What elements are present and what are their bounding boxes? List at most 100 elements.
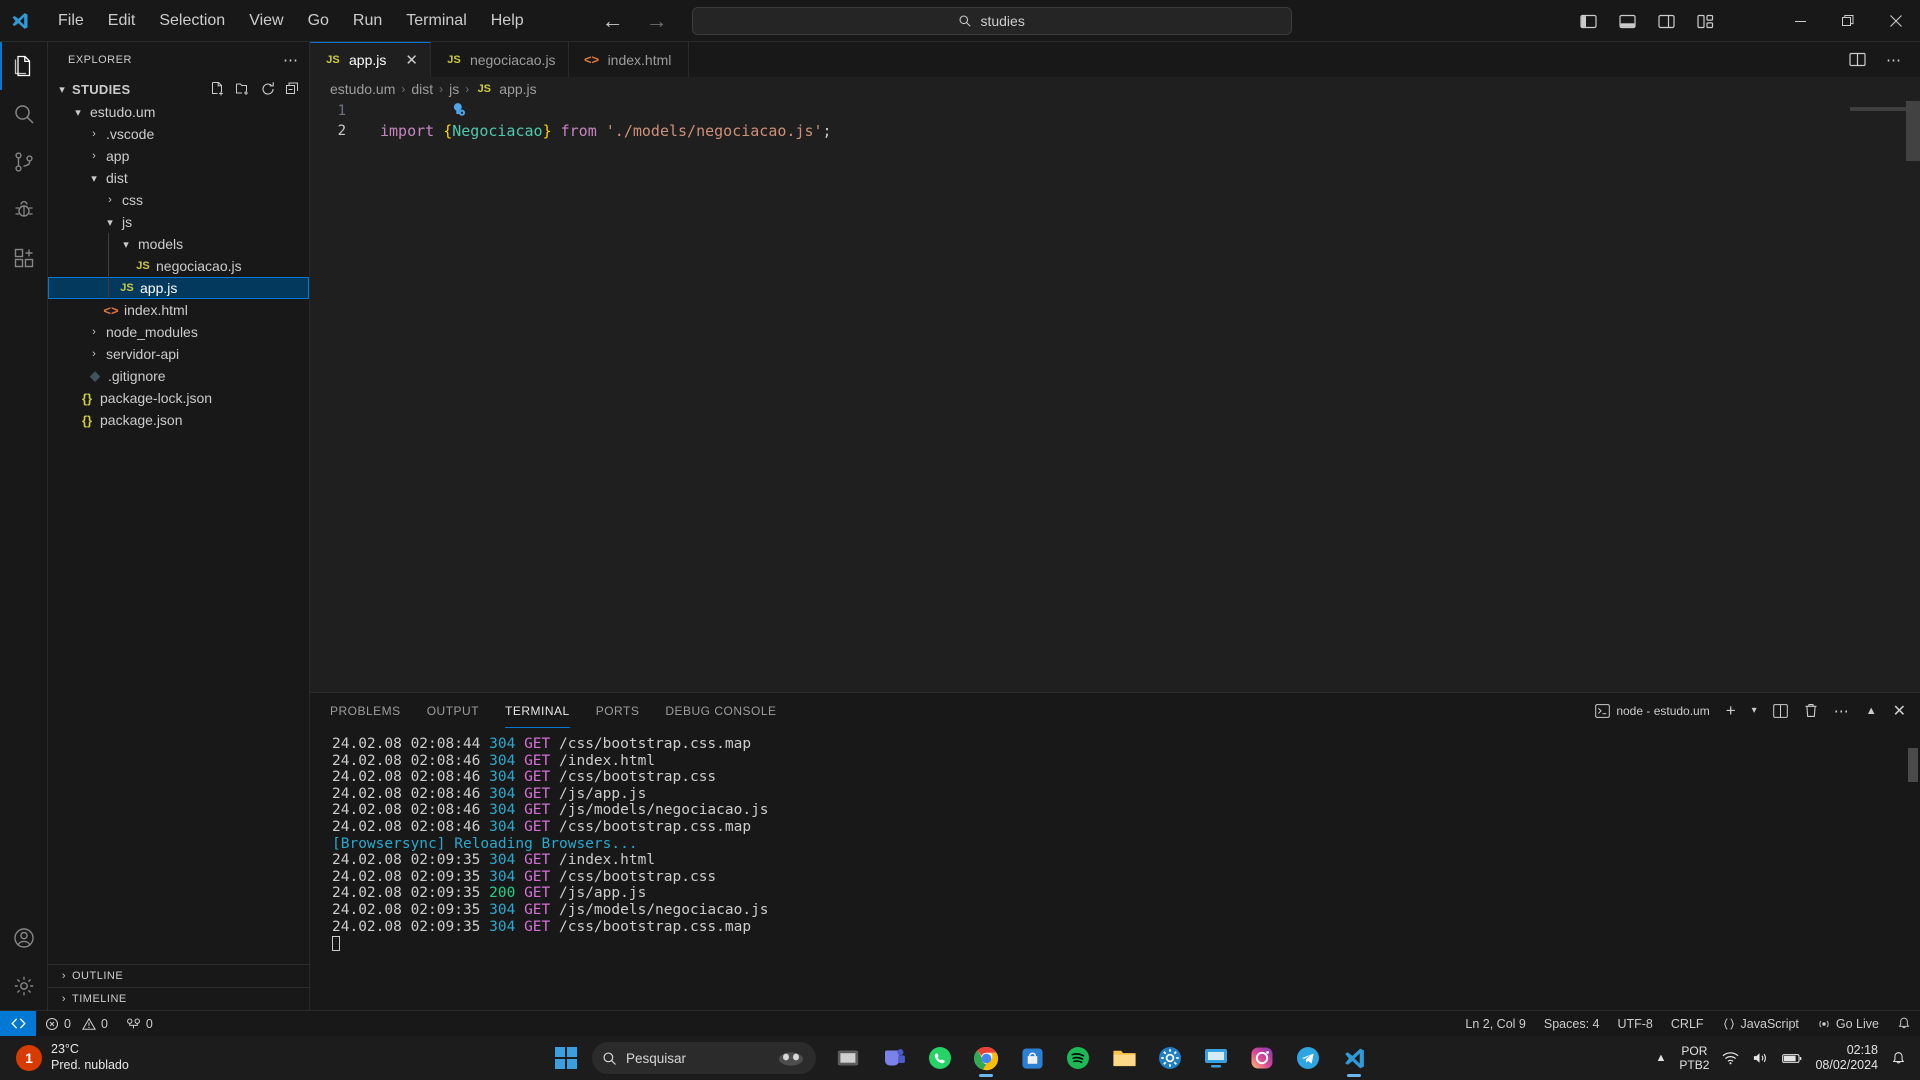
panel-tab-debug-console[interactable]: DEBUG CONSOLE xyxy=(665,693,776,728)
copilot-icon[interactable] xyxy=(776,1048,806,1068)
menu-run[interactable]: Run xyxy=(341,8,394,34)
tree-item-index-html[interactable]: <> index.html xyxy=(48,299,309,321)
chevron-up-icon[interactable]: ▲ xyxy=(1656,1052,1667,1064)
telegram-icon[interactable] xyxy=(1288,1038,1328,1078)
status-ports[interactable]: 0 xyxy=(117,1011,162,1037)
status-go-live[interactable]: Go Live xyxy=(1808,1011,1888,1037)
status-eol[interactable]: CRLF xyxy=(1662,1011,1713,1037)
taskbar-search[interactable]: Pesquisar xyxy=(592,1042,816,1074)
remote-desktop-icon[interactable] xyxy=(1196,1038,1236,1078)
task-view-icon[interactable] xyxy=(828,1038,868,1078)
more-actions-icon[interactable]: ⋯ xyxy=(1834,702,1850,720)
panel-tab-output[interactable]: OUTPUT xyxy=(427,693,479,728)
refresh-icon[interactable] xyxy=(260,81,276,97)
tree-item-gitignore[interactable]: ◆ .gitignore xyxy=(48,365,309,387)
tab-negociacao-js[interactable]: JS negociacao.js xyxy=(430,42,569,77)
speaker-icon[interactable] xyxy=(1752,1051,1769,1065)
status-problems[interactable]: 0 0 xyxy=(36,1011,117,1037)
language-indicator[interactable]: POR PTB2 xyxy=(1679,1044,1709,1073)
terminal-scrollbar[interactable] xyxy=(1908,748,1918,782)
activity-item-source-control[interactable] xyxy=(0,138,48,186)
new-folder-icon[interactable] xyxy=(235,81,251,97)
activity-item-explorer[interactable] xyxy=(0,42,48,90)
instagram-icon[interactable] xyxy=(1242,1038,1282,1078)
close-icon[interactable]: ✕ xyxy=(405,51,418,69)
panel-timeline[interactable]: › TIMELINE xyxy=(48,987,309,1010)
tree-item-negociacao-js[interactable]: JS negociacao.js xyxy=(48,255,309,277)
menu-view[interactable]: View xyxy=(237,8,295,34)
wifi-icon[interactable] xyxy=(1722,1051,1739,1065)
tree-item-servidor-api[interactable]: › servidor-api xyxy=(48,343,309,365)
ellipsis-icon[interactable]: ⋯ xyxy=(283,51,299,69)
battery-icon[interactable] xyxy=(1782,1052,1802,1065)
teams-icon[interactable] xyxy=(874,1038,914,1078)
menu-terminal[interactable]: Terminal xyxy=(394,8,478,34)
close-panel-icon[interactable]: ✕ xyxy=(1893,701,1906,721)
tree-item-app-js[interactable]: JS app.js xyxy=(48,277,309,299)
chrome-icon[interactable] xyxy=(966,1038,1006,1078)
panel-outline[interactable]: › OUTLINE xyxy=(48,964,309,987)
tree-item-estudo-um[interactable]: ▾ estudo.um xyxy=(48,101,309,123)
status-notifications[interactable] xyxy=(1888,1011,1920,1037)
tree-item-node-modules[interactable]: › node_modules xyxy=(48,321,309,343)
activity-item-extensions[interactable] xyxy=(0,234,48,282)
spotify-icon[interactable] xyxy=(1058,1038,1098,1078)
tree-root-row[interactable]: ▾ STUDIES xyxy=(48,77,309,101)
more-actions-icon[interactable]: ⋯ xyxy=(1886,51,1902,69)
vscode-icon[interactable] xyxy=(1334,1038,1374,1078)
activity-item-settings[interactable] xyxy=(0,962,48,1010)
activity-item-accounts[interactable] xyxy=(0,914,48,962)
command-center[interactable]: studies xyxy=(691,6,1292,35)
tab-app-js[interactable]: JS app.js ✕ xyxy=(310,42,431,77)
activity-item-run-and-debug[interactable] xyxy=(0,186,48,234)
status-cursor-position[interactable]: Ln 2, Col 9 xyxy=(1456,1011,1534,1037)
clock[interactable]: 02:18 08/02/2024 xyxy=(1815,1043,1878,1073)
status-indentation[interactable]: Spaces: 4 xyxy=(1535,1011,1609,1037)
terminal-selector[interactable]: node - estudo.um xyxy=(1595,704,1710,718)
split-editor-icon[interactable] xyxy=(1849,52,1866,67)
terminal-output[interactable]: 24.02.08 02:08:44 304 GET /css/bootstrap… xyxy=(310,728,1920,1008)
tree-item-package-lock-json[interactable]: {} package-lock.json xyxy=(48,387,309,409)
panel-tab-problems[interactable]: PROBLEMS xyxy=(330,693,401,728)
status-language[interactable]: JavaScript xyxy=(1713,1011,1808,1037)
code-editor[interactable]: 1 2 import {Negociacao} from './models/n… xyxy=(310,101,1920,691)
chevron-down-icon[interactable]: ▾ xyxy=(1752,705,1757,716)
store-icon[interactable] xyxy=(1012,1038,1052,1078)
code-text[interactable]: import {Negociacao} from './models/negoc… xyxy=(366,122,832,140)
close-icon[interactable] xyxy=(1872,0,1920,42)
windows-start-icon[interactable] xyxy=(546,1038,586,1078)
tree-item-app[interactable]: › app xyxy=(48,145,309,167)
minimize-icon[interactable] xyxy=(1776,0,1824,42)
whatsapp-icon[interactable] xyxy=(920,1038,960,1078)
restore-icon[interactable] xyxy=(1824,0,1872,42)
new-file-icon[interactable] xyxy=(210,81,226,97)
customize-layout-icon[interactable] xyxy=(1697,14,1714,29)
settings-gear-icon[interactable] xyxy=(1150,1038,1190,1078)
tree-item-models[interactable]: ▾ models xyxy=(48,233,309,255)
toggle-secondary-sidebar-icon[interactable] xyxy=(1658,14,1675,29)
split-terminal-icon[interactable] xyxy=(1772,703,1788,718)
notification-bell-icon[interactable] xyxy=(1891,1051,1906,1066)
activity-item-search[interactable] xyxy=(0,90,48,138)
tree-item-dist[interactable]: ▾ dist xyxy=(48,167,309,189)
arrow-right-icon[interactable]: → xyxy=(646,9,668,32)
menu-edit[interactable]: Edit xyxy=(96,8,148,34)
minimap[interactable] xyxy=(1850,107,1906,111)
tab-index-html[interactable]: <> index.html xyxy=(568,42,689,77)
arrow-left-icon[interactable]: ← xyxy=(602,9,624,32)
tree-item-package-json[interactable]: {} package.json xyxy=(48,409,309,431)
file-explorer-icon[interactable] xyxy=(1104,1038,1144,1078)
maximize-panel-icon[interactable]: ▲ xyxy=(1866,705,1877,717)
toggle-panel-icon[interactable] xyxy=(1619,14,1636,29)
new-terminal-icon[interactable]: + xyxy=(1726,701,1736,721)
kill-terminal-icon[interactable] xyxy=(1804,703,1818,718)
menu-selection[interactable]: Selection xyxy=(147,8,237,34)
chevron-down-icon[interactable]: ▾ xyxy=(54,83,70,96)
tree-item-js[interactable]: ▾ js xyxy=(48,211,309,233)
panel-tab-ports[interactable]: PORTS xyxy=(596,693,640,728)
tree-item-css[interactable]: › css xyxy=(48,189,309,211)
remote-window-icon[interactable] xyxy=(0,1010,36,1037)
tree-item-vscode[interactable]: › .vscode xyxy=(48,123,309,145)
collapse-all-icon[interactable] xyxy=(285,81,301,97)
toggle-primary-sidebar-icon[interactable] xyxy=(1580,14,1597,29)
